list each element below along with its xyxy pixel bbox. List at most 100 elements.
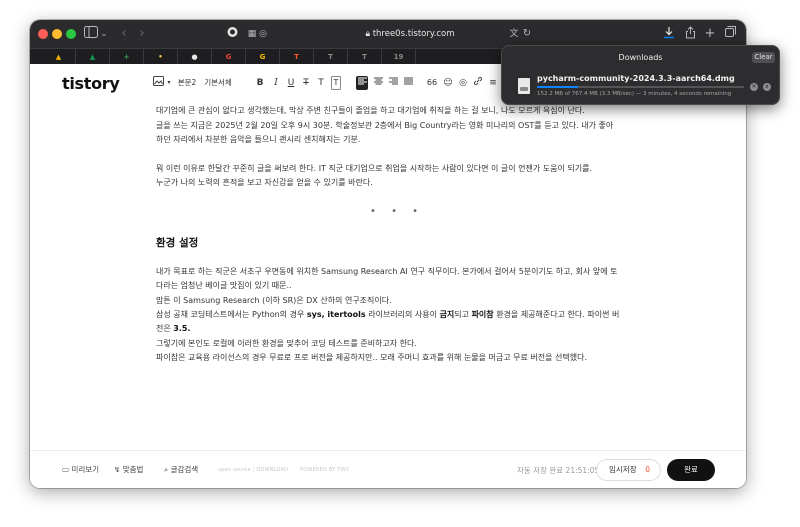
- more-icon[interactable]: ≡: [487, 76, 499, 90]
- section-heading: 환경 설정: [156, 237, 199, 249]
- search-label: 글감검색: [170, 465, 199, 474]
- close-window-button[interactable]: [38, 29, 48, 39]
- spellcheck-button[interactable]: ↯ 맞춤법: [114, 464, 143, 476]
- favorite-tab-fav-19[interactable]: 19: [382, 49, 416, 65]
- quote-button[interactable]: 66: [426, 76, 438, 90]
- paragraph-7: 다라는 엄청난 베이글 맛집이 있기 때문..: [156, 281, 292, 290]
- spellcheck-icon: ↯: [114, 465, 121, 474]
- download-file-name[interactable]: pycharm-community-2024.3.3-aarch64.dmg: [537, 74, 735, 83]
- favorite-tab-tistory-3[interactable]: T: [348, 49, 382, 65]
- background-color-button[interactable]: T: [331, 76, 341, 90]
- google-drive-2-icon: ▲: [89, 53, 96, 61]
- tistory-3-icon: T: [362, 53, 367, 61]
- text-run: 전은: [156, 324, 174, 333]
- align-center-icon[interactable]: [372, 76, 384, 90]
- fav-19-icon: 19: [393, 53, 404, 61]
- spellcheck-label: 맞춤법: [122, 465, 144, 474]
- tistory-1-icon: T: [294, 53, 299, 61]
- image-icon[interactable]: [152, 76, 164, 90]
- align-justify-icon[interactable]: [402, 76, 414, 90]
- paragraph-2: 글을 쓰는 지금은 2025년 2월 20일 오후 9시 30분. 학술정보관 …: [156, 121, 614, 130]
- favorite-tab-github[interactable]: ●: [178, 49, 212, 65]
- paragraph-9: 삼성 공채 코딩테스트에서는 Python의 경우 sys, itertools…: [156, 308, 619, 322]
- publish-button[interactable]: 완료: [667, 459, 715, 481]
- bold-run: 파이참: [471, 310, 494, 319]
- chevron-left-icon[interactable]: ‹: [118, 26, 130, 42]
- font-select[interactable]: 기본서체: [203, 76, 233, 90]
- zoom-window-button[interactable]: [66, 29, 76, 39]
- paragraph-6: 내가 목표로 하는 직군은 서초구 우면동에 위치한 Samsung Resea…: [156, 267, 618, 276]
- paragraph-4: 뭐 이런 이유로 한달간 꾸준히 글을 써보려 한다. IT 직군 대기업으로 …: [156, 164, 593, 173]
- italic-button[interactable]: I: [271, 76, 281, 90]
- lock-icon: 🔒︎: [365, 29, 370, 39]
- chevron-down-icon[interactable]: ▾: [166, 76, 172, 90]
- clear-downloads-button[interactable]: Clear: [752, 52, 775, 63]
- shield-icon[interactable]: [226, 26, 238, 42]
- reload-icon[interactable]: ↻: [521, 26, 533, 42]
- bold-button[interactable]: B: [255, 76, 265, 90]
- google-2-icon: G: [259, 53, 266, 61]
- text-run: 라이브러리의 사용이: [365, 310, 440, 319]
- download-icon[interactable]: [662, 26, 676, 42]
- link-icon[interactable]: [472, 76, 484, 90]
- downloads-title: Downloads: [618, 53, 663, 62]
- translate-icon[interactable]: 文: [508, 26, 520, 42]
- favorite-tab-google-1[interactable]: G: [212, 49, 246, 65]
- paragraph-3: 하던 자리에서 차분한 음악을 들으니 괜시리 센치해지는 기분.: [156, 135, 361, 144]
- paragraph-1: 대기업에 큰 관심이 없다고 생각했는데, 막상 주변 친구들이 졸업을 하고 …: [156, 106, 585, 115]
- divider: • • •: [370, 206, 425, 217]
- text-color-button[interactable]: T: [316, 76, 326, 90]
- map-icon[interactable]: ◎: [457, 76, 469, 90]
- editor-content[interactable]: 대기업에 큰 관심이 없다고 생각했는데, 막상 주변 친구들이 졸업을 하고 …: [30, 102, 746, 450]
- chevron-down-icon[interactable]: ⌄: [100, 26, 108, 42]
- bold-run: 금지: [439, 310, 455, 319]
- paragraph-10: 전은 3.5.: [156, 322, 190, 336]
- fav-face-icon: •: [158, 53, 163, 61]
- strikethrough-button[interactable]: T: [301, 76, 311, 90]
- sidebar-icon[interactable]: [84, 26, 98, 42]
- text-run: 삼성 공채 코딩테스트에서는 Python의 경우: [156, 310, 307, 319]
- sheets-icon: +: [123, 53, 130, 61]
- favorite-tab-sheets[interactable]: +: [110, 49, 144, 65]
- align-left-icon[interactable]: [356, 76, 368, 90]
- favorite-tab-google-drive-2[interactable]: ▲: [76, 49, 110, 65]
- downloads-popover: Downloads Clear pycharm-community-2024.3…: [501, 45, 780, 105]
- favorite-tab-google-drive[interactable]: ▲: [42, 49, 76, 65]
- temp-save-button[interactable]: 임시저장 0: [596, 459, 661, 481]
- favorite-tab-google-2[interactable]: G: [246, 49, 280, 65]
- open-source-link[interactable]: open source / DOWNLOAD: [218, 465, 288, 475]
- autosave-status: 자동 저장 완료 21:51:05: [517, 466, 600, 475]
- title-bar: ⌄ ‹ › ▦ ◎ 🔒︎ three0s.tistory.com 文 ↻ +: [30, 20, 746, 48]
- tistory-2-icon: T: [328, 53, 333, 61]
- favorite-tab-fav-face[interactable]: •: [144, 49, 178, 65]
- chevron-right-icon[interactable]: ›: [136, 26, 148, 42]
- search-icon: ⌕: [164, 465, 169, 474]
- share-icon[interactable]: [684, 26, 696, 42]
- align-right-icon[interactable]: [387, 76, 399, 90]
- text-run: 환경을 제공해준다고 한다. 파이썬 버: [493, 310, 620, 319]
- grid-icon[interactable]: ▦: [246, 26, 258, 42]
- github-icon: ●: [191, 53, 198, 61]
- reveal-in-finder-icon[interactable]: ⌕: [763, 83, 771, 91]
- emoji-icon[interactable]: ☺: [442, 76, 454, 90]
- plus-icon[interactable]: +: [704, 26, 716, 42]
- heading-select[interactable]: 본문2: [175, 76, 199, 90]
- favorite-tab-tistory-2[interactable]: T: [314, 49, 348, 65]
- search-button[interactable]: ⌕ 글감검색: [164, 464, 198, 476]
- tistory-logo: tistory: [62, 74, 120, 93]
- url-text: three0s.tistory.com: [372, 29, 455, 39]
- text-run: 되고: [454, 310, 472, 319]
- editor-footer: ▭ 미리보기 ↯ 맞춤법 ⌕ 글감검색 open source / DOWNLO…: [30, 450, 746, 488]
- underline-button[interactable]: U: [286, 76, 296, 90]
- google-drive-icon: ▲: [55, 53, 62, 61]
- favorite-tab-tistory-1[interactable]: T: [280, 49, 314, 65]
- preview-label: 미리보기: [71, 465, 100, 474]
- google-1-icon: G: [225, 53, 232, 61]
- stop-download-icon[interactable]: ✕: [750, 83, 758, 91]
- tabs-icon[interactable]: [724, 26, 736, 42]
- paragraph-8: 맘튼 이 Samsung Research (이하 SR)은 DX 산하의 연구…: [156, 296, 392, 305]
- minimize-window-button[interactable]: [52, 29, 62, 39]
- preview-button[interactable]: ▭ 미리보기: [62, 464, 99, 476]
- paragraph-11: 그렇기에 본인도 로컬에 이러한 환경을 맞추어 코딩 테스트를 준비하고자 한…: [156, 339, 417, 348]
- powered-by-text: POWERED BY TINY: [300, 467, 350, 473]
